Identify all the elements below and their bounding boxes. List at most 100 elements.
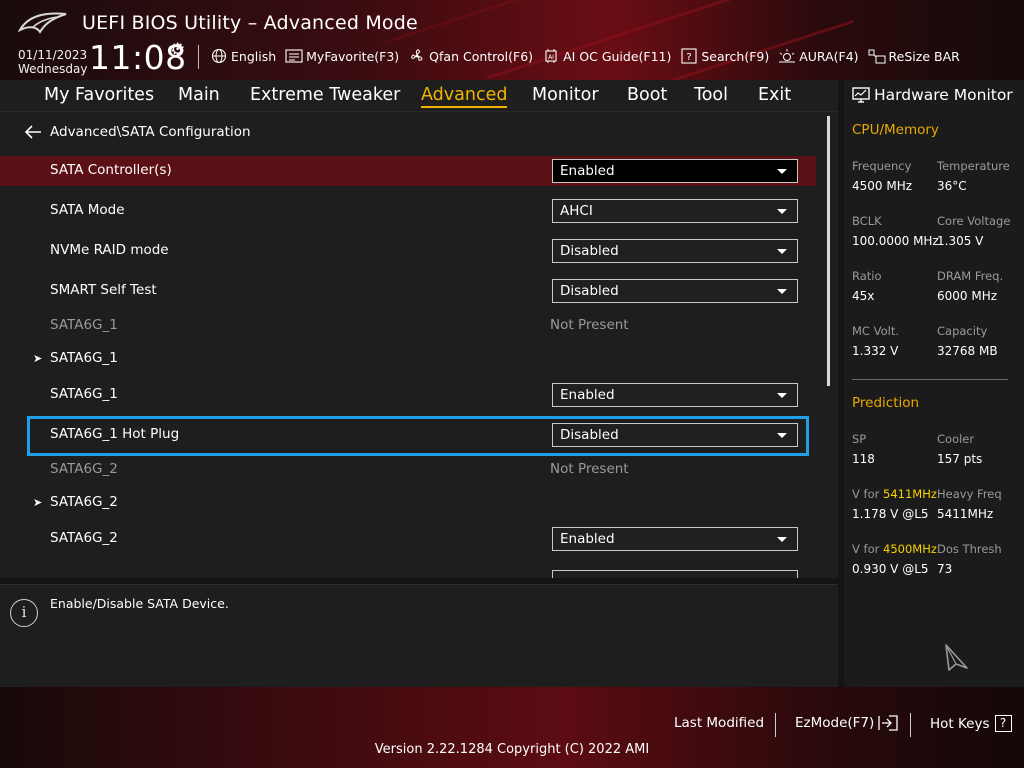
tab-extreme-tweaker[interactable]: Extreme Tweaker xyxy=(250,85,400,105)
setting-label: SATA Mode xyxy=(50,202,125,218)
sata-mode-dropdown[interactable]: AHCI xyxy=(552,199,798,223)
language-label: English xyxy=(231,48,277,64)
date-display: 01/11/2023 Wednesday xyxy=(18,48,87,76)
port-label: SATA6G_2 xyxy=(50,461,118,477)
v-for-1-label: V for 5411MHz xyxy=(852,487,937,501)
setting-label: SATA6G_2 xyxy=(50,530,118,546)
caret-down-icon xyxy=(777,209,787,214)
setting-row-sata6g-1-enable[interactable]: SATA6G_1 Enabled xyxy=(0,380,816,410)
dos-thresh-value: 73 xyxy=(937,562,953,576)
port-status: Not Present xyxy=(550,317,629,333)
dropdown-value: Enabled xyxy=(560,163,615,179)
divider xyxy=(198,45,199,69)
tab-advanced[interactable]: Advanced xyxy=(421,85,508,108)
hardware-monitor-title: Hardware Monitor xyxy=(852,86,1013,104)
sata6g-2-enable-dropdown[interactable]: Enabled xyxy=(552,527,798,551)
help-text: Enable/Disable SATA Device. xyxy=(50,596,229,611)
v-for-1-value: 1.178 V @L5 xyxy=(852,507,929,521)
dropdown-value: Enabled xyxy=(560,531,615,547)
qfan-button[interactable]: Qfan Control(F6) xyxy=(408,48,533,64)
setting-row-nvme-raid-mode[interactable]: NVMe RAID mode Disabled xyxy=(0,236,816,266)
aura-button[interactable]: AURA(F4) xyxy=(778,48,859,64)
caret-down-icon xyxy=(777,249,787,254)
submenu-row-sata6g-1[interactable]: ➤ SATA6G_1 xyxy=(0,344,816,374)
port-label: SATA6G_1 xyxy=(50,317,118,333)
frequency-value: 4500 MHz xyxy=(852,179,913,193)
focus-highlight xyxy=(27,416,809,456)
smart-self-test-dropdown[interactable]: Disabled xyxy=(552,279,798,303)
setting-row-sata-controllers[interactable]: SATA Controller(s) Enabled xyxy=(0,156,816,186)
search-button[interactable]: ? Search(F9) xyxy=(680,48,769,64)
cooler-value: 157 pts xyxy=(937,452,983,466)
v-for-prefix: V for xyxy=(852,542,883,556)
partial-dropdown[interactable] xyxy=(552,570,798,578)
bclk-value: 100.0000 MHz xyxy=(852,234,939,248)
frequency-label: Frequency xyxy=(852,159,912,173)
last-modified-button[interactable]: Last Modified xyxy=(674,715,764,731)
hot-keys-label: Hot Keys xyxy=(930,715,990,732)
dropdown-value: Disabled xyxy=(560,243,619,259)
version-text: Version 2.22.1284 Copyright (C) 2022 AMI xyxy=(374,742,650,757)
resize-bar-icon xyxy=(868,48,886,64)
setting-row-smart-self-test[interactable]: SMART Self Test Disabled xyxy=(0,276,816,306)
last-modified-label: Last Modified xyxy=(674,715,765,731)
scrollbar-thumb[interactable] xyxy=(827,116,830,386)
ratio-label: Ratio xyxy=(852,269,882,283)
cooler-label: Cooler xyxy=(937,432,975,446)
port-status: Not Present xyxy=(550,461,629,477)
sata6g-1-enable-dropdown[interactable]: Enabled xyxy=(552,383,798,407)
sata-controllers-dropdown[interactable]: Enabled xyxy=(552,159,798,183)
settings-panel: Advanced\SATA Configuration SATA Control… xyxy=(0,112,838,578)
myfavorite-button[interactable]: MyFavorite(F3) xyxy=(285,48,399,64)
tab-monitor[interactable]: Monitor xyxy=(532,85,599,105)
prediction-section: Prediction xyxy=(852,395,920,411)
setting-row-sata-mode[interactable]: SATA Mode AHCI xyxy=(0,196,816,226)
setting-row-sata6g-2-enable[interactable]: SATA6G_2 Enabled xyxy=(0,524,816,554)
submenu-arrow-icon: ➤ xyxy=(33,496,43,509)
setting-label: NVMe RAID mode xyxy=(50,242,169,258)
date-text: 01/11/2023 xyxy=(18,48,88,62)
main-tab-bar: My Favorites Main Extreme Tweaker Advanc… xyxy=(0,80,838,112)
setting-label: SATA6G_1 xyxy=(50,386,118,402)
tab-main[interactable]: Main xyxy=(178,85,220,105)
svg-text:?: ? xyxy=(687,52,692,63)
aura-label: AURA(F4) xyxy=(799,48,859,64)
monitor-icon xyxy=(852,87,870,103)
v-for-2-freq: 4500MHz xyxy=(883,542,937,556)
dos-thresh-label: Dos Thresh xyxy=(937,542,1002,556)
submenu-row-sata6g-2[interactable]: ➤ SATA6G_2 xyxy=(0,488,816,518)
bclk-label: BCLK xyxy=(852,214,882,228)
submenu-arrow-icon: ➤ xyxy=(33,352,43,365)
ezmode-button[interactable]: EzMode(F7) xyxy=(795,715,899,731)
clock-settings-gear-icon[interactable]: ⚙ xyxy=(170,40,185,60)
v-for-prefix: V for xyxy=(852,487,883,501)
footer-bar: Last Modified EzMode(F7) Hot Keys ? Vers… xyxy=(0,687,1024,768)
temperature-value: 36°C xyxy=(937,179,967,193)
day-text: Wednesday xyxy=(18,62,88,76)
core-voltage-label: Core Voltage xyxy=(937,214,1011,228)
ai-oc-guide-button[interactable]: AI AI OC Guide(F11) xyxy=(542,48,671,64)
mc-volt-label: MC Volt. xyxy=(852,324,899,338)
info-row-sata6g-2: SATA6G_2 Not Present xyxy=(0,455,816,485)
hot-keys-button[interactable]: Hot Keys ? xyxy=(930,715,1012,732)
caret-down-icon xyxy=(777,169,787,174)
heavy-freq-label: Heavy Freq xyxy=(937,487,1002,501)
capacity-value: 32768 MB xyxy=(937,344,998,358)
tab-exit[interactable]: Exit xyxy=(758,85,791,105)
fan-icon xyxy=(408,48,426,64)
tab-boot[interactable]: Boot xyxy=(627,85,667,105)
breadcrumb: Advanced\SATA Configuration xyxy=(24,124,251,140)
divider xyxy=(910,713,911,737)
rog-logo xyxy=(18,12,67,34)
globe-icon xyxy=(210,48,228,64)
nvme-raid-mode-dropdown[interactable]: Disabled xyxy=(552,239,798,263)
dropdown-value: Disabled xyxy=(560,283,619,299)
language-button[interactable]: English xyxy=(210,48,276,64)
back-arrow-icon[interactable] xyxy=(24,125,42,139)
tab-tool[interactable]: Tool xyxy=(694,85,728,105)
mc-volt-value: 1.332 V xyxy=(852,344,899,358)
resize-bar-button[interactable]: ReSize BAR xyxy=(868,48,960,64)
section-divider xyxy=(852,379,1008,380)
toolbar: English MyFavorite(F3) Qfan Control(F6) … xyxy=(210,46,969,66)
tab-my-favorites[interactable]: My Favorites xyxy=(44,85,154,105)
